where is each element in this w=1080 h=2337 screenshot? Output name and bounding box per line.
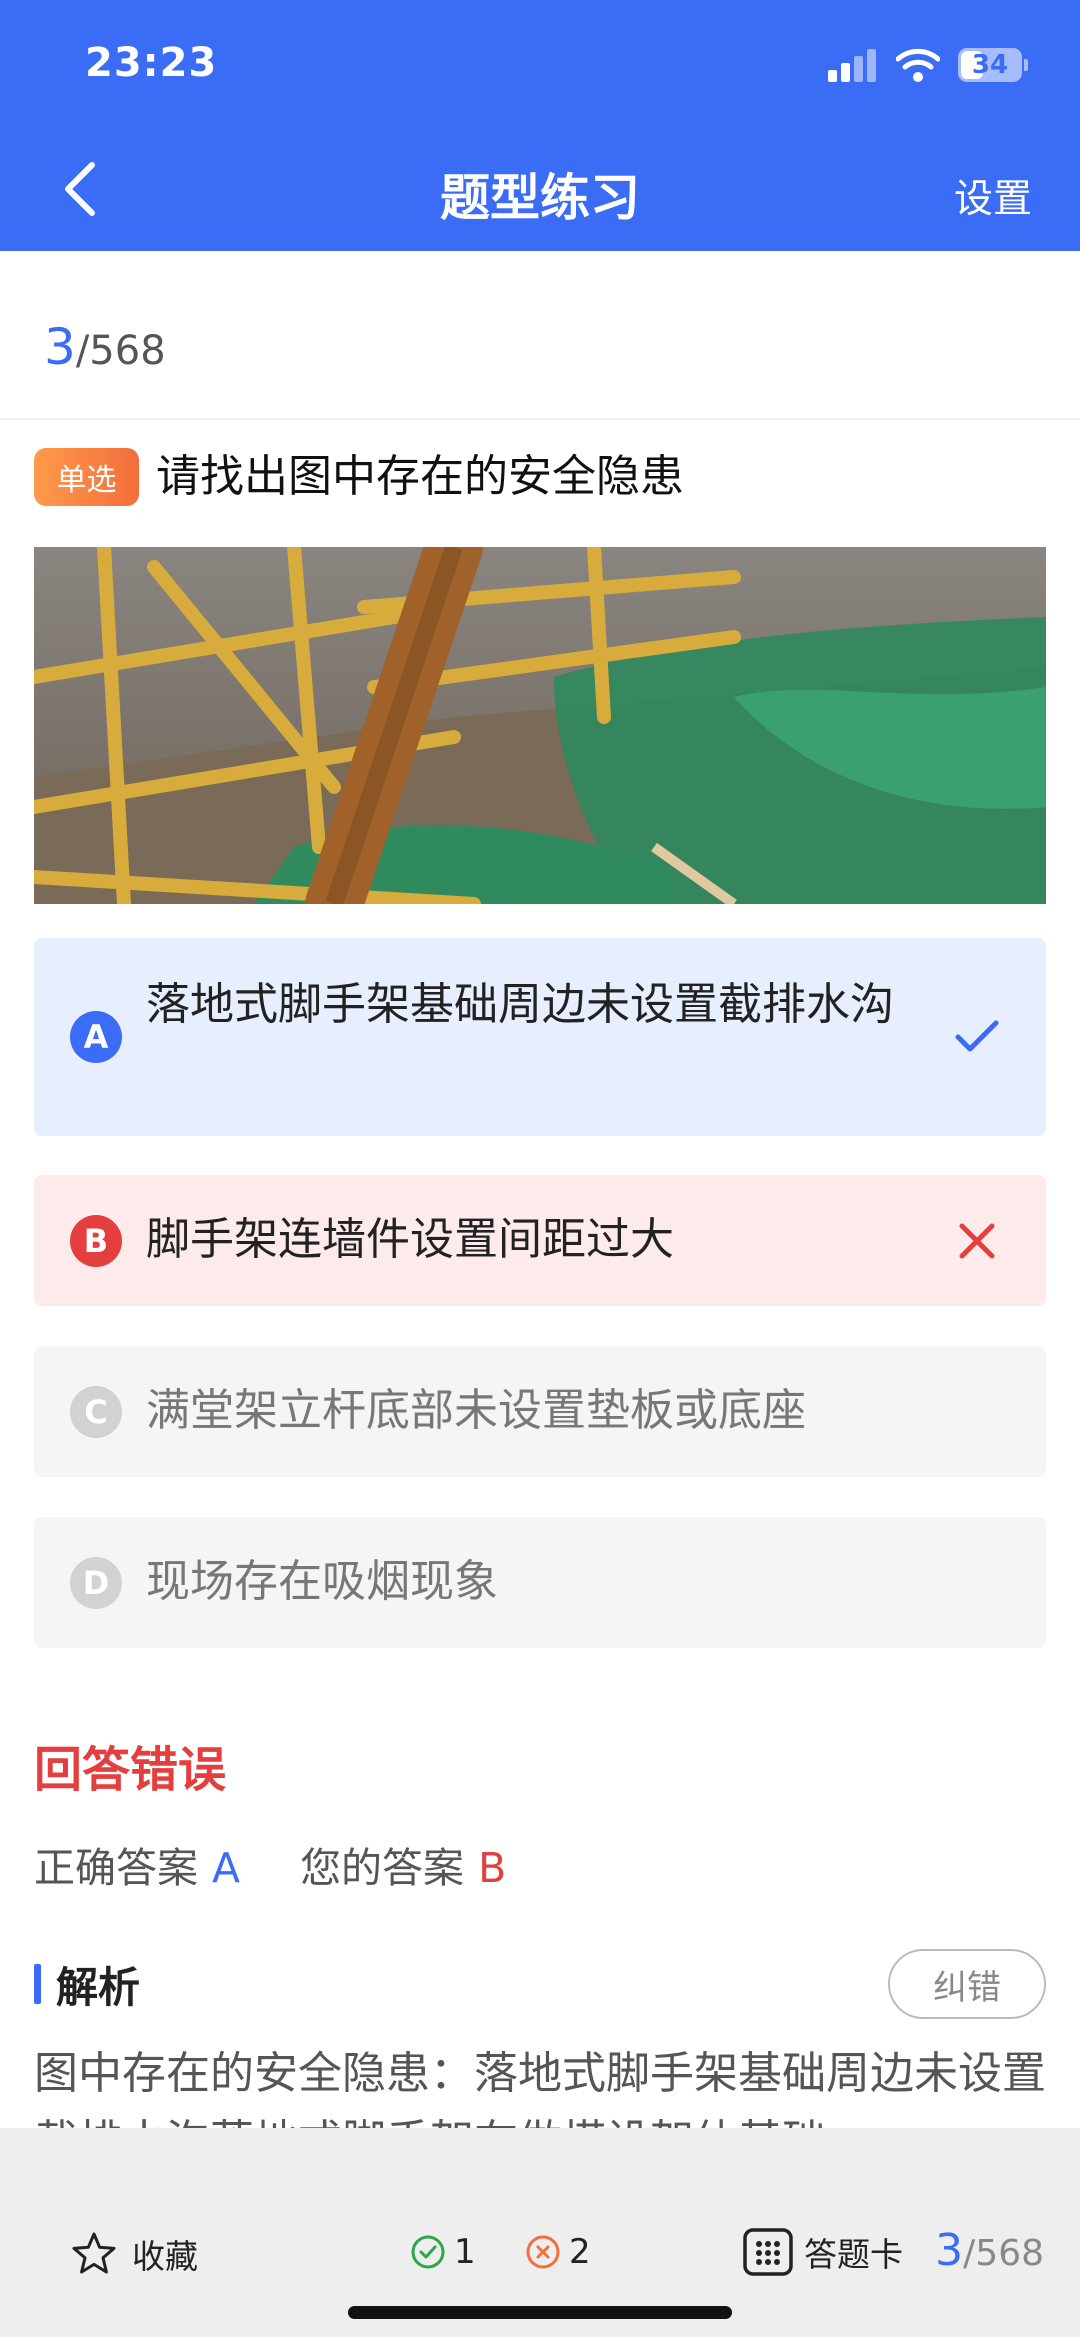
option-a-text: 落地式脚手架基础周边未设置截排水沟: [146, 979, 894, 1030]
check-icon: [950, 1010, 1004, 1064]
wrong-count: 2: [525, 2232, 591, 2272]
option-c-text: 满堂架立杆底部未设置垫板或底座: [146, 1385, 806, 1436]
question-image[interactable]: [34, 547, 1046, 904]
analysis-title: 解析: [56, 1963, 141, 2012]
top-header: 23:23 34 题型练习 设置: [0, 0, 1080, 251]
question-type-badge: 单选: [34, 448, 139, 506]
battery-level: 34: [971, 50, 1009, 80]
star-icon: [72, 2232, 116, 2274]
option-b-letter: B: [70, 1215, 122, 1267]
home-indicator[interactable]: [348, 2306, 732, 2319]
bottom-progress: 3/568: [935, 2225, 1044, 2276]
check-circle-icon: [411, 2235, 445, 2269]
option-a-letter: A: [70, 1011, 122, 1063]
cross-icon: [950, 1214, 1004, 1268]
status-time: 23:23: [85, 40, 218, 86]
status-icons: 34: [828, 48, 1028, 82]
correct-answer-label: 正确答案: [34, 1844, 198, 1892]
cellular-signal-icon: [828, 49, 876, 82]
option-a[interactable]: A 落地式脚手架基础周边未设置截排水沟: [34, 938, 1046, 1136]
correct-count: 1: [410, 2232, 476, 2272]
bottom-progress-total: /568: [963, 2233, 1044, 2274]
option-d[interactable]: D 现场存在吸烟现象: [34, 1517, 1046, 1648]
wifi-icon: [896, 48, 940, 82]
report-error-button[interactable]: 纠错: [888, 1949, 1046, 2019]
option-b-text: 脚手架连墙件设置间距过大: [146, 1214, 674, 1265]
option-b[interactable]: B 脚手架连墙件设置间距过大: [34, 1175, 1046, 1306]
option-d-text: 现场存在吸烟现象: [146, 1556, 498, 1607]
bottom-progress-current: 3: [935, 2225, 964, 2276]
favorite-label: 收藏: [132, 2237, 198, 2276]
progress-current: 3: [44, 318, 76, 376]
correct-count-value: 1: [454, 2232, 476, 2272]
scaffold-site-photo: [34, 547, 1046, 904]
wrong-count-value: 2: [569, 2232, 591, 2272]
progress-total: /568: [75, 328, 166, 374]
cross-circle-icon: [526, 2235, 560, 2269]
answer-summary: 正确答案 A 您的答案 B: [34, 1834, 506, 1894]
correct-answer-value: A: [212, 1844, 241, 1892]
your-answer-label: 您的答案: [300, 1844, 465, 1892]
settings-button[interactable]: 设置: [954, 168, 1032, 224]
answer-card-label: 答题卡: [804, 2235, 903, 2274]
your-answer-value: B: [478, 1844, 507, 1892]
grid-icon: [743, 2228, 793, 2276]
option-c[interactable]: C 满堂架立杆底部未设置垫板或底座: [34, 1346, 1046, 1477]
result-title: 回答错误: [34, 1742, 227, 1798]
question-text: 请找出图中存在的安全隐患: [156, 451, 684, 502]
divider: [0, 418, 1080, 420]
question-progress: 3/568: [44, 318, 166, 376]
analysis-text: 图中存在的安全隐患：落地式脚手架基础周边未设置截排水沟落地式脚手架在做搭设架体基…: [34, 2048, 1046, 2128]
answer-card-button[interactable]: 答题卡: [742, 2227, 903, 2277]
page-title: 题型练习: [440, 169, 640, 227]
favorite-button[interactable]: 收藏: [70, 2230, 198, 2278]
option-d-letter: D: [70, 1557, 122, 1609]
analysis-accent-bar: [34, 1964, 41, 2004]
option-c-letter: C: [70, 1386, 122, 1438]
battery-icon: 34: [958, 48, 1022, 82]
